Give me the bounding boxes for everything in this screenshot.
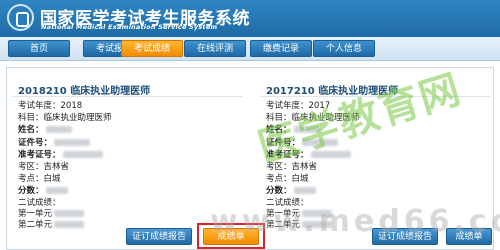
card-title-2018: 2018210 临床执业助理医师 bbox=[18, 86, 151, 97]
redacted-value bbox=[54, 139, 91, 146]
exam-area-field: 考区：吉林省 bbox=[18, 162, 70, 172]
redacted-value bbox=[45, 126, 72, 133]
redacted-value bbox=[54, 210, 85, 217]
score-field: 分数： bbox=[18, 186, 68, 197]
nav-personal-info[interactable]: 个人信息 bbox=[313, 40, 375, 57]
nav-online-assessment[interactable]: 在线评测 bbox=[184, 40, 246, 57]
site-subtitle: National Medical Examination Service Sys… bbox=[41, 23, 218, 31]
exam-site-field: 考点：白城 bbox=[18, 174, 61, 184]
name-field: 姓名： bbox=[18, 125, 72, 136]
ticket-number-field: 准考证号： bbox=[18, 150, 103, 161]
exam-year-field: 考试年度：2018 bbox=[18, 101, 83, 111]
unit2-field: 第二单元 bbox=[18, 220, 85, 231]
redacted-value bbox=[293, 187, 316, 194]
nav-home[interactable]: 首页 bbox=[8, 40, 70, 57]
second-exam-field: 二试成绩： bbox=[18, 198, 61, 208]
redacted-value bbox=[45, 187, 68, 194]
nav-exam-scores[interactable]: 考试成绩 bbox=[121, 40, 183, 57]
unit1-field: 第一单元 bbox=[18, 209, 85, 220]
redacted-value bbox=[54, 221, 85, 228]
subject-field: 科目：临床执业助理医师 bbox=[18, 113, 112, 123]
main-nav: 首页 考试报名 考试成绩 在线评测 缴费记录 个人信息 bbox=[0, 37, 500, 61]
nav-payment-records[interactable]: 缴费记录 bbox=[250, 40, 312, 57]
id-number-field: 证件号： bbox=[18, 138, 91, 149]
score-field: 分数： bbox=[266, 186, 316, 197]
site-header: 国家医学考试考生服务系统 National Medical Examinatio… bbox=[0, 0, 500, 37]
logo-icon bbox=[7, 4, 34, 31]
certify-report-button-2018[interactable]: 证订成绩报告 bbox=[126, 228, 192, 245]
redacted-value bbox=[62, 151, 103, 158]
exam-site-field: 考点：白城 bbox=[266, 174, 309, 184]
watermark-url: www.med66.com bbox=[210, 204, 500, 239]
card-divider bbox=[12, 96, 242, 97]
